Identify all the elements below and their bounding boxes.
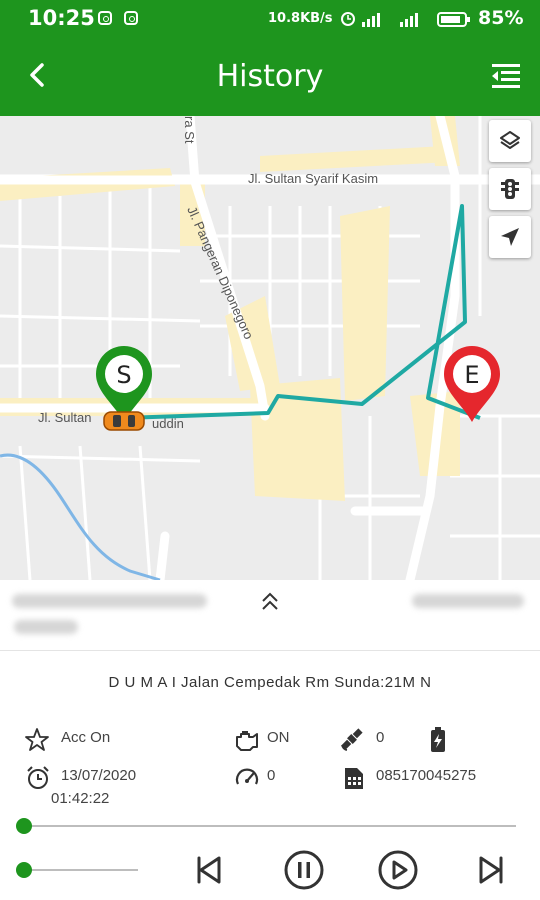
speed-value: 0 <box>267 767 276 784</box>
my-location-button[interactable] <box>489 216 531 258</box>
speed-thumb[interactable] <box>16 862 32 878</box>
battery-percent: 85% <box>478 7 524 29</box>
record-time: 01:42:22 <box>51 790 110 807</box>
pause-icon[interactable] <box>282 848 326 892</box>
expand-chevron-icon[interactable] <box>258 588 282 616</box>
status-time: 10:25 <box>28 6 95 30</box>
signal-icon <box>362 13 380 27</box>
street-label: uddin <box>152 416 184 431</box>
progress-thumb[interactable] <box>16 818 32 834</box>
phone-number: 085170045275 <box>376 767 477 784</box>
traffic-button[interactable] <box>489 168 531 210</box>
battery-icon <box>437 12 470 27</box>
car-icon[interactable] <box>103 410 145 432</box>
menu-list-icon[interactable] <box>488 59 524 95</box>
speedometer-icon <box>235 768 259 785</box>
app-bar: History <box>0 37 540 116</box>
traffic-light-icon <box>501 179 519 199</box>
satellite-icon <box>341 728 363 751</box>
blurred-vehicle-name <box>12 594 207 608</box>
acc-status: Acc On <box>61 729 111 746</box>
skip-next-icon[interactable] <box>470 848 514 892</box>
street-label: Jl. Sultan Syarif Kasim <box>248 171 379 186</box>
instagram-icon <box>98 11 112 25</box>
signal-4g-icon <box>400 13 418 27</box>
star-icon <box>25 728 49 751</box>
engine-icon <box>236 731 258 751</box>
progress-track[interactable] <box>24 825 516 827</box>
location-address: D U M A I Jalan Cempedak Rm Sunda:21M N <box>108 674 432 691</box>
end-pin-icon[interactable]: E <box>440 344 504 424</box>
street-label: ra St <box>182 116 197 144</box>
alarm-icon <box>341 12 355 26</box>
blurred-vehicle-detail <box>14 620 78 634</box>
status-bar: 10:25 10.8KB/s 85% <box>0 0 540 37</box>
engine-status: ON <box>267 729 290 746</box>
navigation-arrow-icon <box>501 228 519 246</box>
blurred-vehicle-status <box>412 594 524 608</box>
layers-button[interactable] <box>489 120 531 162</box>
record-date: 13/07/2020 <box>61 767 137 784</box>
satellite-count: 0 <box>376 729 385 746</box>
play-icon[interactable] <box>376 848 420 892</box>
speed-track[interactable] <box>24 869 138 871</box>
alarm-clock-icon <box>27 766 49 789</box>
page-title: History <box>216 59 324 94</box>
vehicle-info-strip[interactable] <box>0 580 540 651</box>
battery-charging-icon <box>431 727 445 752</box>
instagram-icon <box>124 11 138 25</box>
sim-card-icon <box>345 768 363 789</box>
street-label: Jl. Sultan <box>38 410 92 425</box>
svg-text:E: E <box>464 361 479 389</box>
layers-icon <box>500 131 520 149</box>
svg-text:S: S <box>116 361 131 389</box>
skip-previous-icon[interactable] <box>186 848 230 892</box>
map-view[interactable]: Jl. Sultan Syarif Kasim ra St Jl. Panger… <box>0 116 540 580</box>
network-speed: 10.8KB/s <box>268 11 333 26</box>
status-icons <box>341 12 470 27</box>
